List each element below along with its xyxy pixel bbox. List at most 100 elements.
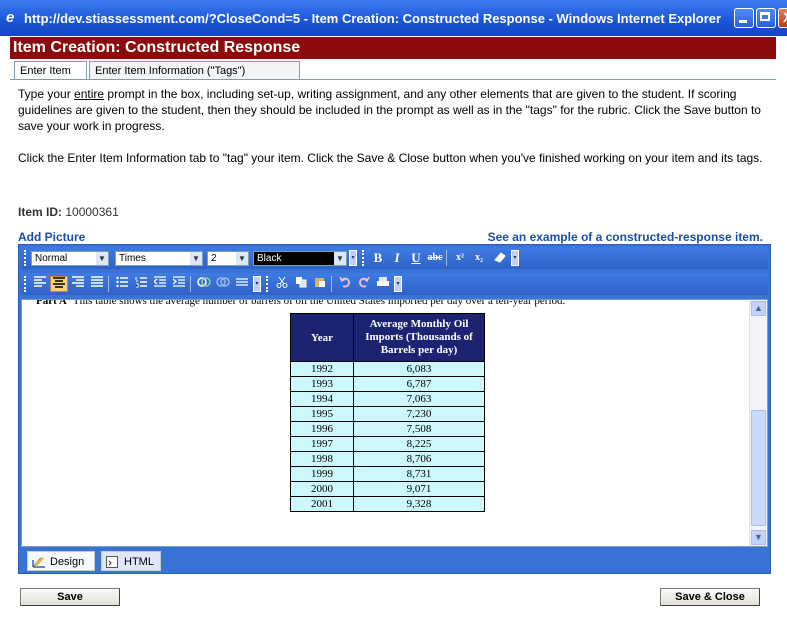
toolbar-grip[interactable] — [24, 250, 29, 266]
html-mode-button[interactable]: HTML — [101, 551, 161, 571]
superscript-button[interactable]: x² — [451, 250, 469, 266]
toolbar-separator — [446, 250, 447, 266]
editor-content-area[interactable]: Part A This table shows the average numbe… — [21, 299, 768, 547]
bold-button[interactable]: B — [369, 250, 387, 266]
tab-enter-item[interactable]: Enter Item — [14, 61, 87, 80]
chevron-down-icon: ▼ — [96, 252, 108, 265]
imports-cell: 8,706 — [353, 451, 485, 467]
print-icon[interactable] — [374, 276, 392, 292]
html-mode-label: HTML — [124, 556, 154, 568]
year-cell: 1995 — [290, 406, 354, 422]
copy-icon[interactable] — [292, 276, 310, 292]
underline-button[interactable]: U — [407, 250, 425, 266]
cut-icon[interactable] — [273, 276, 291, 292]
indent-icon[interactable] — [170, 276, 188, 292]
dialog-title: Item Creation: Constructed Response — [10, 37, 786, 59]
toolbar-separator — [108, 276, 109, 292]
table-row: 1992 6,083 — [290, 361, 485, 377]
horizontal-rule-icon[interactable] — [233, 276, 251, 292]
close-window-button[interactable] — [778, 8, 787, 28]
imports-cell: 6,787 — [353, 376, 485, 392]
html-icon — [106, 555, 120, 568]
design-icon — [32, 555, 46, 568]
bulleted-list-icon[interactable] — [113, 276, 131, 292]
paragraph-format-value: Normal — [35, 253, 68, 264]
item-id-label: Item ID: — [18, 205, 63, 219]
table-body: 1992 6,083 1993 6,787 1994 7,063 1995 7,230 1996… — [290, 361, 485, 512]
font-color-select[interactable]: Black ▼ — [253, 251, 347, 266]
table-row: 1993 6,787 — [290, 376, 485, 392]
font-color-value: Black — [257, 253, 282, 264]
italic-button[interactable]: I — [388, 250, 406, 266]
tab-divider — [10, 79, 786, 80]
font-name-select[interactable]: Times ▼ — [115, 251, 203, 266]
insert-link-icon[interactable] — [195, 276, 213, 292]
chevron-down-icon: ▼ — [334, 252, 346, 265]
imports-cell: 8,731 — [353, 466, 485, 482]
window-title: http://dev.stiassessment.com/?CloseCond=… — [24, 11, 722, 26]
strikethrough-button[interactable]: abc — [426, 250, 444, 266]
rich-text-editor: Normal ▼ Times ▼ 2 ▼ Black ▼ ▾ B I U abc… — [18, 244, 771, 574]
numbered-list-icon[interactable] — [132, 276, 150, 292]
paragraph-format-select[interactable]: Normal ▼ — [31, 251, 109, 266]
design-mode-label: Design — [50, 556, 85, 568]
year-cell: 1998 — [290, 451, 354, 467]
toolbar-grip[interactable] — [362, 250, 367, 266]
editor-vertical-scrollbar[interactable]: ▲ ▼ — [749, 300, 767, 546]
font-size-value: 2 — [211, 253, 217, 264]
tab-enter-item-information[interactable]: Enter Item Information ("Tags") — [89, 61, 300, 80]
chevron-down-icon: ▼ — [190, 252, 202, 265]
toolbar-overflow-chevron[interactable]: ▾ — [349, 250, 357, 266]
imports-cell: 7,508 — [353, 421, 485, 437]
toolbar-grip[interactable] — [24, 276, 29, 292]
redo-icon[interactable] — [355, 276, 373, 292]
subscript-button[interactable]: x₂ — [470, 250, 488, 266]
scroll-up-icon[interactable]: ▲ — [751, 301, 766, 316]
maximize-button[interactable] — [756, 8, 776, 28]
outdent-icon[interactable] — [151, 276, 169, 292]
instructions-paragraph-1: Type your entire prompt in the box, incl… — [18, 87, 761, 133]
table-row: 1998 8,706 — [290, 451, 485, 467]
table-row: 1995 7,230 — [290, 406, 485, 422]
year-cell: 1992 — [290, 361, 354, 377]
item-id: Item ID: 10000361 — [18, 205, 119, 219]
chevron-down-icon: ▼ — [236, 252, 248, 265]
part-a-text: Part A This table shows the average numbe… — [36, 299, 565, 307]
design-mode-button[interactable]: Design — [27, 551, 95, 571]
table-row: 1994 7,063 — [290, 391, 485, 407]
imports-cell: 7,230 — [353, 406, 485, 422]
add-picture-link[interactable]: Add Picture — [18, 230, 85, 244]
example-link[interactable]: See an example of a constructed-response… — [488, 230, 763, 244]
imports-cell: 9,071 — [353, 481, 485, 497]
justify-icon[interactable] — [88, 276, 106, 292]
save-button[interactable]: Save — [20, 588, 120, 606]
toolbar-grip[interactable] — [266, 276, 271, 292]
editor-mode-bar: Design HTML — [21, 549, 768, 573]
imports-cell: 7,063 — [353, 391, 485, 407]
scrollbar-thumb[interactable] — [751, 410, 766, 526]
scroll-down-icon[interactable]: ▼ — [751, 530, 766, 545]
font-size-select[interactable]: 2 ▼ — [207, 251, 249, 266]
toolbar-overflow-chevron[interactable]: ▾ — [394, 276, 402, 292]
toolbar-overflow-chevron[interactable]: ▾ — [511, 250, 519, 266]
minimize-button[interactable] — [734, 8, 754, 28]
align-center-icon[interactable] — [50, 276, 68, 292]
part-label: Part A — [36, 299, 67, 307]
year-cell: 1994 — [290, 391, 354, 407]
save-and-close-button[interactable]: Save & Close — [660, 588, 760, 606]
item-id-value: 10000361 — [65, 205, 119, 219]
paste-icon[interactable] — [311, 276, 329, 292]
eraser-icon[interactable] — [491, 250, 509, 266]
remove-link-icon[interactable] — [214, 276, 232, 292]
undo-icon[interactable] — [336, 276, 354, 292]
table-row: 1999 8,731 — [290, 466, 485, 482]
table-row: 1996 7,508 — [290, 421, 485, 437]
year-cell: 1993 — [290, 376, 354, 392]
align-left-icon[interactable] — [31, 276, 49, 292]
table-row: 2000 9,071 — [290, 481, 485, 497]
year-cell: 2001 — [290, 496, 354, 512]
page-scrollbar-edge[interactable] — [776, 36, 787, 617]
toolbar-separator — [331, 276, 332, 292]
align-right-icon[interactable] — [69, 276, 87, 292]
toolbar-overflow-chevron[interactable]: ▾ — [253, 276, 261, 292]
